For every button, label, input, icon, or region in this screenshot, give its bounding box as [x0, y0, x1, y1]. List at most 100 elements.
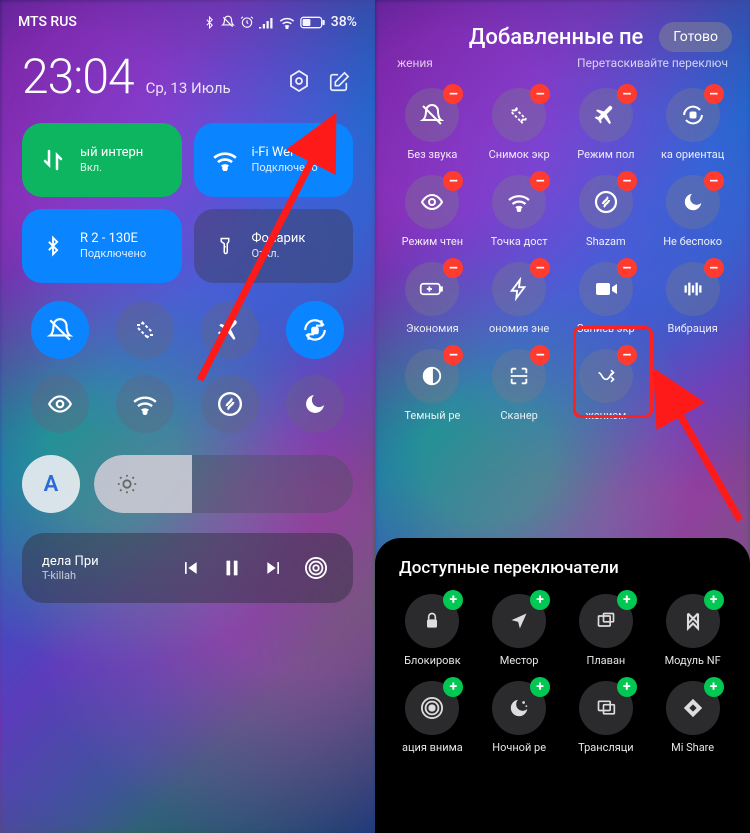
toggle-label: ономия эне — [489, 322, 549, 335]
settings-hex-icon[interactable] — [285, 67, 313, 95]
add-badge-icon[interactable]: + — [530, 677, 550, 697]
add-badge-icon[interactable]: + — [530, 590, 550, 610]
remove-badge-icon[interactable]: – — [443, 258, 463, 278]
remove-badge-icon[interactable]: – — [443, 345, 463, 365]
added-toggle[interactable]: – Сканер — [480, 349, 559, 422]
added-toggle[interactable]: – Экономия — [393, 262, 472, 335]
vibration-icon: – — [666, 262, 720, 316]
qs-hotspot[interactable] — [116, 375, 174, 433]
media-card[interactable]: дела При T-killah — [22, 533, 353, 603]
remove-badge-icon[interactable]: – — [443, 84, 463, 104]
remove-badge-icon[interactable]: – — [704, 171, 724, 191]
qs-screenshot[interactable] — [116, 301, 174, 359]
done-button[interactable]: Готово — [659, 22, 732, 52]
add-badge-icon[interactable]: + — [443, 590, 463, 610]
power-saving-icon: – — [492, 262, 546, 316]
signal-status-icon — [259, 16, 274, 29]
available-toggle[interactable]: + Модуль NF — [653, 594, 732, 667]
remove-badge-icon[interactable]: – — [617, 84, 637, 104]
bluetooth-status-icon — [203, 16, 216, 29]
remove-badge-icon[interactable]: – — [530, 171, 550, 191]
added-toggle[interactable]: – Не беспоко — [653, 175, 732, 248]
bluetooth-icon — [38, 231, 68, 261]
added-toggle[interactable]: – ономия эне — [480, 262, 559, 335]
bluetooth-tile[interactable]: R 2 - 130E Подключено — [22, 209, 182, 283]
remove-badge-icon[interactable]: – — [530, 345, 550, 365]
remove-badge-icon[interactable]: – — [704, 84, 724, 104]
quick-settings-grid — [0, 283, 375, 443]
rotation-lock-icon: – — [666, 88, 720, 142]
toggle-label: Не беспоко — [663, 235, 722, 248]
mobile-data-tile[interactable]: ый интерн Вкл. — [22, 123, 182, 197]
media-next-icon[interactable] — [257, 551, 291, 585]
mobile-data-sub: Вкл. — [80, 161, 143, 175]
shazam-icon: – — [579, 175, 633, 229]
added-toggle[interactable]: – Режим чтен — [393, 175, 472, 248]
add-badge-icon[interactable]: + — [617, 677, 637, 697]
wifi-title: i-Fi Wel — [252, 145, 318, 161]
toggle-label: ация внима — [402, 741, 463, 754]
added-toggle[interactable]: – ка ориентац — [653, 88, 732, 161]
mobile-data-icon — [38, 145, 68, 175]
toggle-label: Режим пол — [577, 148, 634, 161]
brightness-slider[interactable] — [94, 455, 353, 513]
remove-badge-icon[interactable]: – — [617, 171, 637, 191]
remove-badge-icon[interactable]: – — [443, 171, 463, 191]
add-badge-icon[interactable]: + — [704, 677, 724, 697]
added-toggle[interactable]: – Снимок экр — [480, 88, 559, 161]
remove-badge-icon[interactable]: – — [617, 345, 637, 365]
add-badge-icon[interactable]: + — [704, 590, 724, 610]
added-toggle[interactable]: – Темный ре — [393, 349, 472, 422]
available-toggle[interactable]: + Mi Share — [653, 681, 732, 754]
qs-mute[interactable] — [31, 301, 89, 359]
available-toggle[interactable]: + Трансляци — [567, 681, 646, 754]
media-pause-icon[interactable] — [215, 551, 249, 585]
added-toggle[interactable]: – Без звука — [393, 88, 472, 161]
available-toggle[interactable]: + Плаван — [567, 594, 646, 667]
qs-shazam[interactable] — [201, 375, 259, 433]
status-bar: MTS RUS 38% — [0, 0, 375, 36]
remove-badge-icon[interactable]: – — [530, 258, 550, 278]
lock-icon: + — [405, 594, 459, 648]
remove-badge-icon[interactable]: – — [530, 84, 550, 104]
qs-airplane[interactable] — [201, 301, 259, 359]
alarm-status-icon — [240, 15, 254, 29]
available-toggle[interactable]: + Местор — [480, 594, 559, 667]
qs-rotation-lock[interactable] — [286, 301, 344, 359]
added-toggle[interactable]: – Shazam — [567, 175, 646, 248]
media-prev-icon[interactable] — [173, 551, 207, 585]
toggle-label: Местор — [500, 654, 539, 667]
media-output-icon[interactable] — [299, 551, 333, 585]
add-badge-icon[interactable]: + — [443, 677, 463, 697]
time-row: 23:04 Ср, 13 Июль — [0, 36, 375, 109]
add-badge-icon[interactable]: + — [617, 590, 637, 610]
added-toggle[interactable]: – Запись экр — [567, 262, 646, 335]
dark-mode-icon: – — [405, 349, 459, 403]
added-toggle[interactable]: – Точка дост — [480, 175, 559, 248]
toggle-label: Плаван — [586, 654, 625, 667]
edit-title: Добавленные пе — [453, 25, 659, 50]
remove-badge-icon[interactable]: – — [704, 258, 724, 278]
available-toggles-grid: + Блокировк + Местор + Плаван + Модуль N… — [393, 594, 732, 754]
wifi-tile[interactable]: i-Fi Wel Подключено — [194, 123, 354, 197]
mi-share-icon: + — [666, 681, 720, 735]
added-toggles-grid: – Без звука – Снимок экр – Режим пол – к… — [375, 80, 750, 432]
added-toggle[interactable]: – Режим пол — [567, 88, 646, 161]
edit-tiles-icon[interactable] — [325, 68, 353, 96]
flashlight-icon — [210, 231, 240, 261]
qs-dnd[interactable] — [286, 375, 344, 433]
flashlight-title: Фонарик — [252, 231, 306, 247]
qs-reading-mode[interactable] — [31, 375, 89, 433]
toggle-label: Без звука — [407, 148, 457, 161]
added-toggle[interactable]: – Вибрация — [653, 262, 732, 335]
flashlight-tile[interactable]: Фонарик Откл. — [194, 209, 354, 283]
toggle-label: Вибрация — [667, 322, 717, 335]
available-toggle[interactable]: + Блокировк — [393, 594, 472, 667]
sub-left: жения — [397, 56, 433, 70]
added-toggle[interactable]: – жением — [567, 349, 646, 422]
remove-badge-icon[interactable]: – — [617, 258, 637, 278]
available-toggle[interactable]: + ация внима — [393, 681, 472, 754]
auto-brightness-toggle[interactable]: A — [22, 455, 80, 513]
available-toggle[interactable]: + Ночной ре — [480, 681, 559, 754]
toggle-label: Запись экр — [577, 322, 635, 335]
